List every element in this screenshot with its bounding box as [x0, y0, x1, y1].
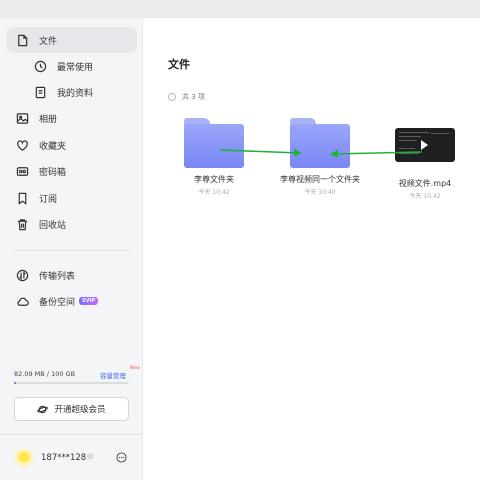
- sidebar-item-label: 我的资料: [57, 88, 94, 99]
- file-name: 视频文件.mp4: [398, 179, 452, 188]
- bookmark-icon: [15, 191, 29, 205]
- folder-icon: [290, 118, 350, 168]
- open-vip-button[interactable]: 开通超级会员: [14, 397, 129, 421]
- sidebar-footer-divider: [0, 434, 143, 435]
- file-tile-folder-1[interactable]: 李尊文件夹 今天 10:42: [174, 118, 254, 196]
- planet-icon: [37, 405, 49, 413]
- file-time: 今天 10:42: [198, 189, 230, 196]
- select-all[interactable]: 共 3 项: [168, 92, 205, 102]
- avatar[interactable]: [15, 449, 33, 467]
- safe-icon: [15, 164, 29, 178]
- sidebar-item-backup[interactable]: 备份空间 SVIP: [7, 288, 137, 314]
- cloud-icon: [15, 294, 29, 308]
- clock-icon: [33, 59, 47, 73]
- sidebar-item-label: 回收站: [39, 220, 67, 231]
- page-title: 文件: [168, 58, 190, 71]
- user-name: 187***128: [41, 453, 87, 463]
- item-count: 共 3 项: [182, 93, 205, 101]
- sidebar-item-album[interactable]: 相册: [7, 105, 137, 131]
- open-vip-label: 开通超级会员: [54, 405, 106, 415]
- sidebar-item-label: 传输列表: [39, 271, 76, 282]
- new-badge: New: [130, 366, 140, 371]
- sidebar-item-label: 订阅: [39, 194, 58, 205]
- play-icon: [421, 140, 428, 150]
- select-all-checkbox[interactable]: [168, 93, 176, 101]
- storage-progress-bar: [14, 382, 129, 384]
- sidebar-item-favorites[interactable]: 收藏夹: [7, 132, 137, 158]
- sidebar-item-recent[interactable]: 最常使用: [7, 53, 137, 79]
- sidebar-item-my-docs[interactable]: 我的资料: [7, 79, 137, 105]
- svip-badge: SVIP: [79, 297, 99, 305]
- sidebar-item-label: 最常使用: [57, 62, 94, 73]
- storage-progress-fill: [14, 382, 16, 384]
- sidebar-item-label: 收藏夹: [39, 141, 67, 152]
- sidebar-item-vault[interactable]: 密码箱: [7, 158, 137, 184]
- more-options-icon[interactable]: [116, 452, 127, 463]
- file-icon: [15, 33, 29, 47]
- sidebar-item-subscription[interactable]: 订阅: [7, 185, 137, 211]
- file-time: 今天 10:42: [409, 193, 441, 200]
- file-name: 李尊视频同一个文件夹: [280, 175, 360, 184]
- capacity-manage-link[interactable]: 容量管理: [100, 370, 126, 380]
- sidebar-item-files[interactable]: 文件: [7, 27, 137, 53]
- file-tile-video[interactable]: 视频文件.mp4 今天 10:42: [385, 128, 465, 200]
- video-thumbnail: [395, 128, 455, 162]
- file-name: 李尊文件夹: [194, 175, 234, 184]
- sidebar-item-label: 密码箱: [39, 167, 67, 178]
- sidebar-divider: [14, 250, 130, 251]
- heart-icon: [15, 138, 29, 152]
- storage-usage: 82.09 MB / 100 GB: [14, 370, 76, 378]
- user-status-icon: ◎: [87, 452, 94, 460]
- sidebar-item-label: 文件: [39, 36, 58, 47]
- transfer-icon: [15, 268, 29, 282]
- folder-icon: [184, 118, 244, 168]
- file-tile-folder-2[interactable]: 李尊视频同一个文件夹 今天 10:40: [280, 118, 360, 196]
- sidebar-item-transfers[interactable]: 传输列表: [7, 262, 137, 288]
- sidebar-item-label: 备份空间: [39, 297, 76, 308]
- document-icon: [33, 85, 47, 99]
- window-titlebar: [0, 0, 480, 18]
- sidebar-item-label: 相册: [39, 114, 58, 125]
- trash-icon: [15, 217, 29, 231]
- image-icon: [15, 111, 29, 125]
- sidebar-item-recycle-bin[interactable]: 回收站: [7, 211, 137, 237]
- file-time: 今天 10:40: [304, 189, 336, 196]
